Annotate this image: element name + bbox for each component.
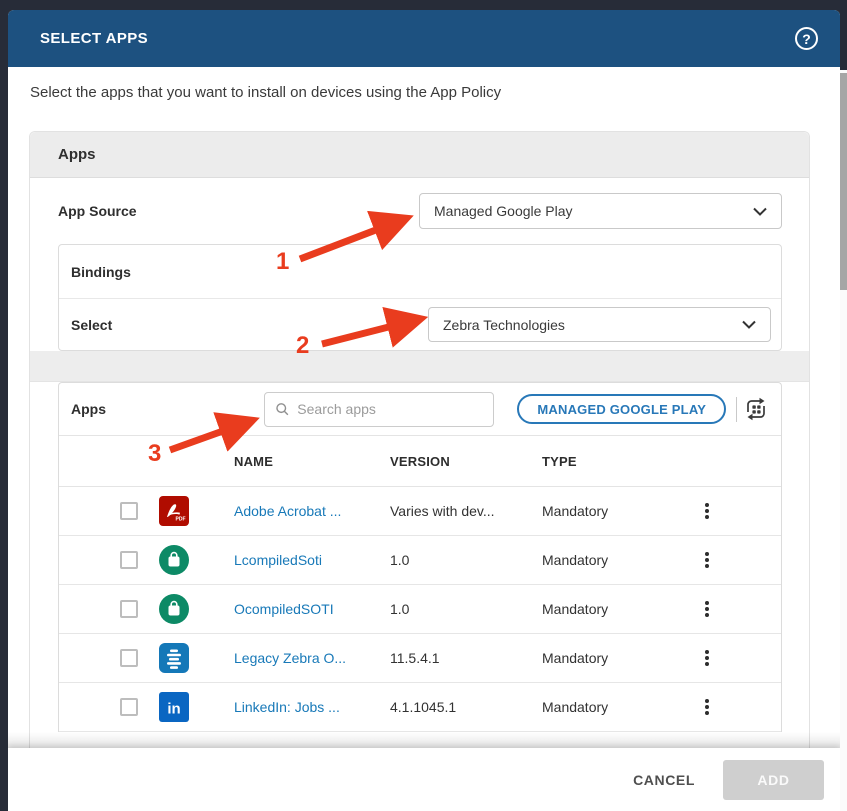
bindings-select-value: Zebra Technologies xyxy=(443,317,565,333)
app-type: Mandatory xyxy=(542,601,662,617)
app-version: 1.0 xyxy=(390,601,542,617)
row-menu-icon[interactable] xyxy=(698,601,716,617)
column-header-type: TYPE xyxy=(542,454,662,469)
row-checkbox[interactable] xyxy=(120,551,138,569)
chevron-down-icon xyxy=(742,320,756,329)
svg-text:in: in xyxy=(167,701,180,718)
app-name-link[interactable]: OcompiledSOTI xyxy=(234,601,390,617)
app-version: 11.5.4.1 xyxy=(390,650,542,666)
app-source-label: App Source xyxy=(58,203,137,219)
dialog-footer: CANCEL ADD xyxy=(8,748,840,811)
sync-apps-grid-icon[interactable] xyxy=(743,396,769,423)
add-button[interactable]: ADD xyxy=(723,760,824,800)
app-version: 4.1.1045.1 xyxy=(390,699,542,715)
app-type: Mandatory xyxy=(542,552,662,568)
apps-section-header: Apps xyxy=(30,132,809,178)
table-row: in LinkedIn: Jobs ... 4.1.1045.1 Mandato… xyxy=(59,683,781,732)
dialog-header: SELECT APPS ? xyxy=(8,10,840,67)
app-source-value: Managed Google Play xyxy=(434,203,573,219)
toolbar-divider xyxy=(736,397,737,422)
column-header-version: VERSION xyxy=(390,454,542,469)
section-divider-band xyxy=(30,351,809,382)
app-name-link[interactable]: Adobe Acrobat ... xyxy=(234,503,390,519)
app-bag-icon xyxy=(159,594,189,624)
app-version: 1.0 xyxy=(390,552,542,568)
apps-toolbar: Apps MANAGED GOOGLE PLAY xyxy=(59,383,781,436)
help-glyph: ? xyxy=(802,32,811,46)
row-checkbox[interactable] xyxy=(120,649,138,667)
search-icon xyxy=(275,401,289,417)
app-name-link[interactable]: LinkedIn: Jobs ... xyxy=(234,699,390,715)
table-row: PDF Adobe Acrobat ... Varies with dev...… xyxy=(59,487,781,536)
zebra-icon xyxy=(159,643,189,673)
bindings-select-label: Select xyxy=(71,317,112,333)
table-body: PDF Adobe Acrobat ... Varies with dev...… xyxy=(59,487,781,732)
table-row: Legacy Zebra O... 11.5.4.1 Mandatory xyxy=(59,634,781,683)
help-icon[interactable]: ? xyxy=(795,27,818,50)
select-apps-dialog: SELECT APPS ? Select the apps that you w… xyxy=(8,10,840,811)
app-name-link[interactable]: Legacy Zebra O... xyxy=(234,650,390,666)
row-menu-icon[interactable] xyxy=(698,552,716,568)
table-row: LcompiledSoti 1.0 Mandatory xyxy=(59,536,781,585)
row-checkbox[interactable] xyxy=(120,600,138,618)
app-bag-icon xyxy=(159,545,189,575)
svg-text:PDF: PDF xyxy=(176,517,186,523)
app-type: Mandatory xyxy=(542,699,662,715)
app-type: Mandatory xyxy=(542,650,662,666)
bindings-select-row: Select Zebra Technologies xyxy=(59,299,781,350)
row-checkbox[interactable] xyxy=(120,698,138,716)
bindings-title: Bindings xyxy=(71,264,131,280)
table-row: OcompiledSOTI 1.0 Mandatory xyxy=(59,585,781,634)
chevron-down-icon xyxy=(753,207,767,216)
cancel-button[interactable]: CANCEL xyxy=(633,772,695,788)
managed-google-play-button[interactable]: MANAGED GOOGLE PLAY xyxy=(517,394,726,424)
row-menu-icon[interactable] xyxy=(698,650,716,666)
search-input[interactable] xyxy=(297,401,483,417)
apps-section-title: Apps xyxy=(58,146,96,163)
bindings-panel: Bindings Select Zebra Technologies xyxy=(58,244,782,351)
bindings-header: Bindings xyxy=(59,245,781,299)
apps-list-panel: Apps MANAGED GOOGLE PLAY xyxy=(58,382,782,732)
apps-panel-title: Apps xyxy=(71,401,106,417)
row-menu-icon[interactable] xyxy=(698,503,716,519)
linkedin-icon: in xyxy=(159,692,189,722)
page-scrollbar[interactable] xyxy=(840,70,847,811)
bindings-select-dropdown[interactable]: Zebra Technologies xyxy=(428,307,771,342)
row-checkbox[interactable] xyxy=(120,502,138,520)
app-name-link[interactable]: LcompiledSoti xyxy=(234,552,390,568)
app-type: Mandatory xyxy=(542,503,662,519)
table-header: NAME VERSION TYPE xyxy=(59,436,781,487)
column-header-name: NAME xyxy=(234,454,390,469)
dialog-subtitle: Select the apps that you want to install… xyxy=(30,84,810,101)
dialog-title: SELECT APPS xyxy=(40,30,148,47)
row-menu-icon[interactable] xyxy=(698,699,716,715)
apps-section: Apps App Source Managed Google Play Bind… xyxy=(29,131,810,811)
app-source-dropdown[interactable]: Managed Google Play xyxy=(419,193,782,229)
app-version: Varies with dev... xyxy=(390,503,542,519)
app-source-row: App Source Managed Google Play xyxy=(58,178,782,244)
scrollbar-thumb[interactable] xyxy=(840,73,847,290)
adobe-acrobat-icon: PDF xyxy=(159,496,189,526)
search-box[interactable] xyxy=(264,392,494,427)
